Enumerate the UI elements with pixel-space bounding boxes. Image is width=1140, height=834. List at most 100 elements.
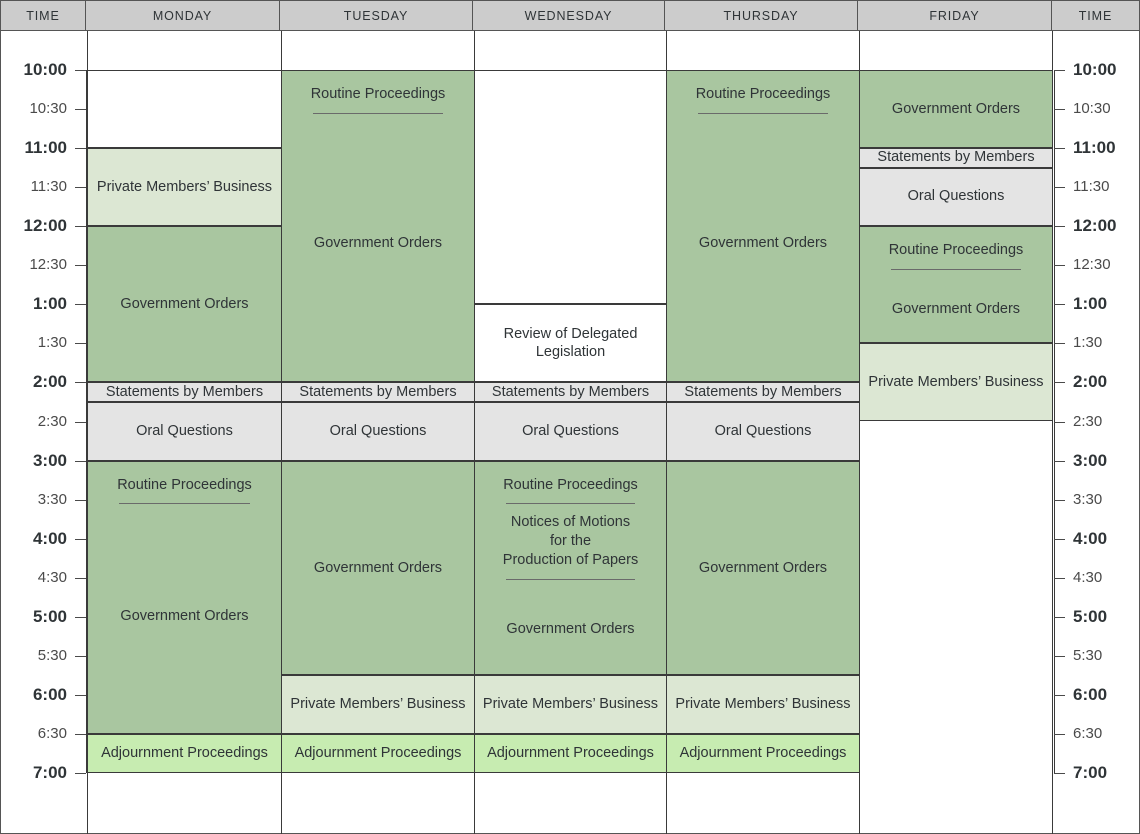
time-tick-left — [75, 773, 86, 774]
block-label-trailing: Government Orders — [120, 607, 249, 624]
block-label: Review of Delegated Legislation — [503, 325, 638, 361]
time-tick-right — [1054, 226, 1065, 228]
time-tick-right — [1054, 421, 1065, 423]
time-tick-left — [75, 382, 86, 384]
time-label-right: 1:00 — [1073, 294, 1108, 314]
day-column-monday: Private Members’ Business Government Orde… — [87, 31, 281, 834]
time-label-right: 5:00 — [1073, 606, 1108, 626]
block-label-trailing: Government Orders — [506, 620, 635, 637]
block-label: Oral Questions — [329, 422, 427, 439]
time-label-right: 1:30 — [1073, 334, 1103, 352]
label-divider — [118, 503, 251, 505]
block-friday-routine-and-government[interactable]: Routine Proceedings Government Orders — [860, 226, 1052, 344]
time-tick-left — [75, 694, 86, 696]
time-tick-right — [1054, 499, 1065, 501]
block-tuesday-routine-and-government[interactable]: Routine Proceedings Government Orders — [282, 70, 474, 383]
block-label: Government Orders — [698, 559, 828, 576]
block-label: Private Members’ Business — [675, 696, 851, 713]
block-wednesday-review-delegated-legislation[interactable]: Review of Delegated Legislation — [475, 304, 666, 383]
block-wednesday-routine-notices-government[interactable]: Routine Proceedings Notices of Motions fo… — [475, 460, 666, 676]
block-thursday-routine-and-government[interactable]: Routine Proceedings Government Orders — [667, 70, 859, 383]
label-divider — [890, 269, 1022, 271]
time-tick-left — [75, 577, 86, 579]
header-cell-thursday: THURSDAY — [665, 0, 858, 31]
time-label-right: 3:30 — [1073, 490, 1103, 508]
block-monday-oral-questions[interactable]: Oral Questions — [88, 401, 281, 461]
block-label-trailing: Government Orders — [891, 300, 1021, 317]
time-label-left: 2:30 — [37, 412, 67, 430]
header-cell-friday: FRIDAY — [858, 0, 1052, 31]
block-label: Private Members’ Business — [290, 696, 466, 713]
block-label: Adjournment Proceedings — [101, 745, 268, 762]
block-thursday-private-members[interactable]: Private Members’ Business — [667, 675, 859, 734]
day-column-wednesday: Review of Delegated Legislation Statement… — [474, 31, 666, 834]
block-label: Routine Proceedings — [310, 86, 446, 102]
time-axis-right: 10:00 10:30 11:00 11:30 12:00 12:30 1:00 1:30 2:… — [1053, 31, 1139, 834]
time-tick-right — [1054, 655, 1065, 657]
block-wednesday-statements[interactable]: Statements by Members — [475, 382, 666, 402]
block-label: Routine Proceedings — [117, 476, 252, 493]
block-tuesday-oral-questions[interactable]: Oral Questions — [282, 401, 474, 461]
time-label-right: 11:30 — [1073, 178, 1110, 196]
block-monday-private-members[interactable]: Private Members’ Business — [88, 148, 281, 227]
block-friday-statements[interactable]: Statements by Members — [860, 148, 1052, 168]
time-label-left: 12:30 — [29, 256, 67, 274]
time-tick-right — [1054, 148, 1065, 150]
block-label-trailing: Government Orders — [698, 235, 828, 252]
time-label-left: 1:30 — [37, 334, 67, 352]
label-divider — [697, 112, 829, 114]
time-label-right: 2:30 — [1073, 412, 1103, 430]
block-thursday-statements[interactable]: Statements by Members — [667, 382, 859, 402]
label-divider — [505, 578, 636, 580]
label-divider — [505, 503, 636, 505]
block-tuesday-government-orders[interactable]: Government Orders — [282, 460, 474, 676]
block-label: Adjournment Proceedings — [487, 745, 654, 762]
block-friday-private-members[interactable]: Private Members’ Business — [860, 343, 1052, 422]
block-thursday-oral-questions[interactable]: Oral Questions — [667, 401, 859, 461]
block-monday-adjournment[interactable]: Adjournment Proceedings — [88, 733, 281, 773]
time-tick-left — [75, 655, 86, 657]
block-friday-government-orders-morning[interactable]: Government Orders — [860, 70, 1052, 149]
block-wednesday-empty[interactable] — [475, 70, 666, 305]
header-cell-monday: MONDAY — [86, 0, 280, 31]
time-label-left: 7:00 — [32, 763, 67, 782]
time-label-right: 5:30 — [1073, 646, 1103, 664]
header-cell-time-right: TIME — [1052, 0, 1140, 31]
block-label: Statements by Members — [105, 383, 264, 400]
block-monday-government-orders[interactable]: Government Orders — [88, 226, 281, 383]
block-label: Government Orders — [120, 295, 249, 312]
block-monday-empty[interactable] — [88, 70, 281, 149]
block-label: Oral Questions — [522, 422, 619, 439]
block-thursday-government-orders[interactable]: Government Orders — [667, 460, 859, 676]
block-wednesday-private-members[interactable]: Private Members’ Business — [475, 675, 666, 734]
time-tick-right — [1054, 70, 1065, 71]
time-label-left: 12:00 — [23, 216, 67, 236]
block-label: Statements by Members — [877, 149, 1035, 166]
time-tick-right — [1054, 577, 1065, 579]
block-monday-statements[interactable]: Statements by Members — [88, 382, 281, 402]
time-label-right: 10:30 — [1073, 100, 1111, 118]
time-tick-right — [1054, 265, 1065, 267]
block-label: Government Orders — [313, 559, 443, 576]
header-cell-time-left: TIME — [0, 0, 86, 31]
label-divider — [312, 112, 444, 114]
block-label: Adjournment Proceedings — [679, 745, 847, 762]
block-tuesday-adjournment[interactable]: Adjournment Proceedings — [282, 733, 474, 773]
block-tuesday-statements[interactable]: Statements by Members — [282, 382, 474, 402]
block-wednesday-oral-questions[interactable]: Oral Questions — [475, 401, 666, 461]
day-header-row: TIME MONDAY TUESDAY WEDNESDAY THURSDAY FRIDAY… — [0, 0, 1140, 31]
block-friday-oral-questions[interactable]: Oral Questions — [860, 167, 1052, 227]
time-tick-right — [1054, 382, 1065, 384]
block-label: Oral Questions — [714, 422, 812, 439]
block-label: Notices of Motions for the Production of… — [502, 514, 639, 569]
block-wednesday-adjournment[interactable]: Adjournment Proceedings — [475, 733, 666, 773]
block-label: Private Members’ Business — [96, 178, 273, 195]
block-tuesday-private-members[interactable]: Private Members’ Business — [282, 675, 474, 734]
block-thursday-adjournment[interactable]: Adjournment Proceedings — [667, 733, 859, 773]
time-tick-left — [75, 460, 86, 462]
time-tick-left — [75, 733, 86, 735]
time-tick-right — [1054, 460, 1065, 462]
time-label-right: 6:30 — [1073, 724, 1103, 742]
time-label-right: 11:00 — [1073, 138, 1116, 158]
block-monday-routine-and-government[interactable]: Routine Proceedings Government Orders — [88, 460, 281, 734]
